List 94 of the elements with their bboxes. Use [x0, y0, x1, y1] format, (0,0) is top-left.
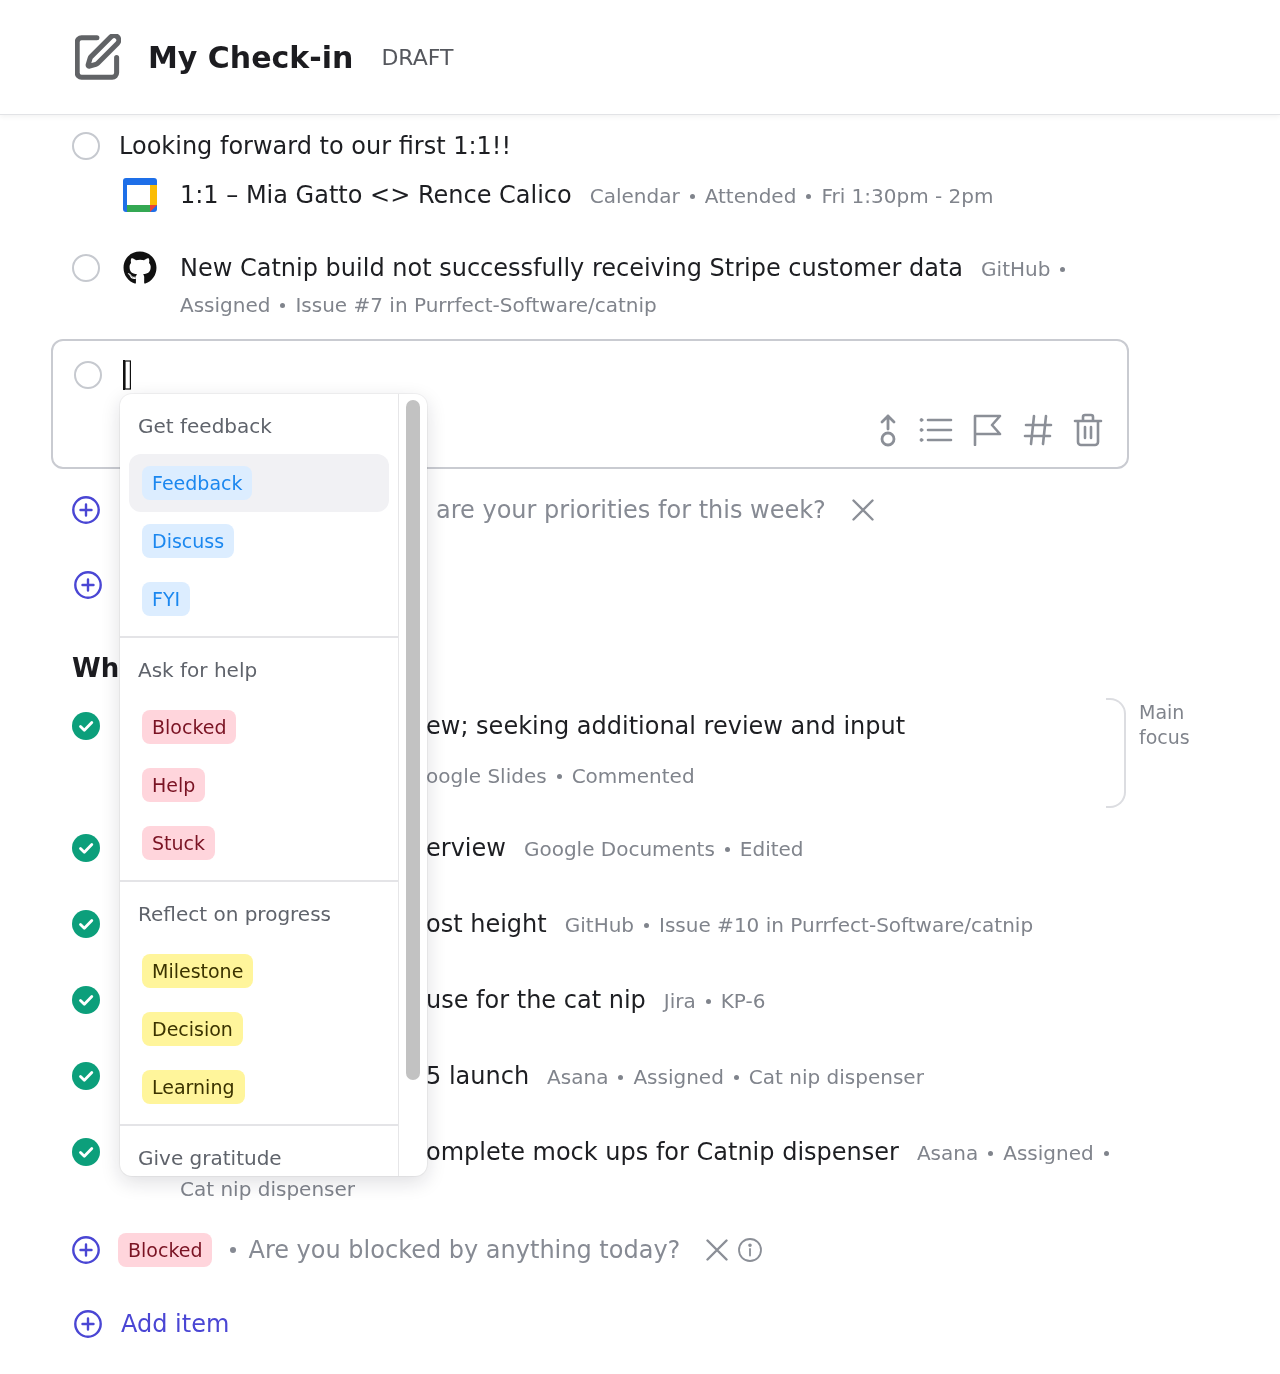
checkbox[interactable]	[72, 1138, 100, 1166]
category-tag: Blocked	[118, 1233, 213, 1267]
category-tag: Stuck	[142, 826, 215, 860]
bullet-icon	[280, 302, 286, 308]
item-meta: Attended	[704, 184, 797, 208]
menu-item[interactable]: Blocked	[129, 698, 389, 756]
category-tag: FYI	[142, 582, 191, 616]
checkbox[interactable]	[72, 132, 100, 160]
menu-item[interactable]: Milestone	[129, 942, 389, 1000]
category-tag: Blocked	[142, 710, 237, 744]
checkbox[interactable]	[72, 834, 100, 862]
category-tag: Milestone	[142, 954, 254, 988]
bullet-icon	[644, 922, 650, 928]
add-item-link[interactable]: Add item	[121, 1310, 230, 1338]
category-tag: Feedback	[142, 466, 253, 500]
trash-icon[interactable]	[1073, 413, 1103, 447]
menu-group-title: Give gratitude	[137, 1145, 283, 1172]
item-meta: oogle Slides	[426, 764, 547, 788]
item-meta: GitHub	[981, 257, 1051, 281]
calendar-icon	[123, 178, 157, 212]
item-meta: KP-6	[720, 989, 766, 1013]
item-title[interactable]: 5 launch	[426, 1062, 530, 1090]
item-title[interactable]: use for the cat nip	[426, 986, 646, 1014]
menu-item[interactable]: Learning	[129, 1058, 389, 1116]
menu-group-title: Get feedback	[137, 413, 273, 440]
checkbox[interactable]	[72, 712, 100, 740]
list-icon[interactable]	[919, 417, 953, 443]
item-text: Looking forward to our first 1:1!!	[119, 131, 512, 162]
item-meta: Cat nip dispenser	[180, 1177, 355, 1201]
prompt-text: Are you blocked by anything today?	[248, 1236, 681, 1264]
bullet-icon	[806, 193, 812, 199]
item-meta: Assigned	[180, 293, 271, 317]
scrollbar-thumb[interactable]	[406, 400, 420, 1080]
bullet-icon	[733, 1074, 739, 1080]
bullet-icon	[689, 193, 695, 199]
flag-icon[interactable]	[973, 414, 1003, 446]
info-icon[interactable]	[738, 1238, 763, 1262]
page-title: My Check-in	[148, 39, 354, 75]
item-meta: Assigned	[1003, 1141, 1094, 1165]
item-meta: Issue #10 in Purrfect-Software/catnip	[659, 913, 1034, 937]
issue-title[interactable]: New Catnip build not successfully receiving Stripe customer data	[180, 254, 964, 282]
bullet-icon	[556, 773, 562, 779]
bullet-icon	[1103, 1150, 1109, 1156]
hash-icon[interactable]	[1023, 414, 1053, 446]
item-meta: Assigned	[633, 1065, 724, 1089]
item-meta: Calendar	[589, 184, 680, 208]
bullet-icon	[618, 1074, 624, 1080]
menu-group-title: Reflect on progress	[137, 901, 332, 928]
item-meta: Asana	[547, 1065, 609, 1089]
event-title[interactable]: 1:1 – Mia Gatto <> Rence Calico	[180, 181, 572, 209]
status-label: DRAFT	[381, 44, 454, 70]
item-meta: Cat nip dispenser	[748, 1065, 924, 1089]
group-label: Main focus	[1139, 700, 1191, 750]
item-meta: Edited	[739, 837, 804, 861]
item-title[interactable]: omplete mock ups for Catnip dispenser	[426, 1138, 899, 1166]
menu-item[interactable]: Stuck	[129, 814, 389, 872]
bullet-icon	[1060, 266, 1066, 272]
category-tag: Help	[142, 768, 206, 802]
category-tag: Learning	[142, 1070, 245, 1104]
cat-logo-icon	[123, 251, 157, 285]
item-meta: Jira	[663, 989, 696, 1013]
edit-icon	[75, 34, 121, 80]
add-icon[interactable]	[74, 571, 102, 599]
checkbox[interactable]	[72, 910, 100, 938]
checkbox[interactable]	[72, 1062, 100, 1090]
add-icon[interactable]	[72, 496, 100, 524]
bullet-icon	[724, 846, 730, 852]
bullet-icon	[230, 1247, 237, 1253]
menu-item[interactable]: Decision	[129, 1000, 389, 1058]
close-icon[interactable]	[851, 499, 874, 521]
item-meta: Commented	[571, 764, 695, 788]
item-meta: Issue #7 in Purrfect-Software/catnip	[295, 293, 657, 317]
bullet-icon	[705, 998, 711, 1004]
category-tag: Discuss	[142, 524, 235, 558]
item-meta: Fri 1:30pm - 2pm	[821, 184, 994, 208]
checkbox[interactable]	[72, 254, 100, 282]
menu-item[interactable]: Help	[129, 756, 389, 814]
bullet-icon	[988, 1150, 994, 1156]
add-icon[interactable]	[72, 1236, 100, 1264]
checkbox[interactable]	[72, 986, 100, 1014]
text-cursor-icon	[123, 360, 131, 390]
item-title[interactable]: ew; seeking additional review and input	[426, 712, 906, 740]
checkbox[interactable]	[74, 361, 102, 389]
category-tag: Decision	[142, 1012, 243, 1046]
close-icon[interactable]	[706, 1239, 729, 1261]
section-heading: Wh	[72, 652, 120, 684]
item-meta: GitHub	[564, 913, 635, 937]
prompt-text: are your priorities for this week?	[436, 496, 826, 524]
menu-group-title: Ask for help	[137, 657, 259, 684]
item-meta: Google Documents	[523, 837, 715, 861]
item-meta: Asana	[916, 1141, 979, 1165]
item-title[interactable]: erview	[426, 834, 506, 862]
add-icon[interactable]	[74, 1310, 102, 1338]
item-title[interactable]: ost height	[426, 910, 547, 938]
